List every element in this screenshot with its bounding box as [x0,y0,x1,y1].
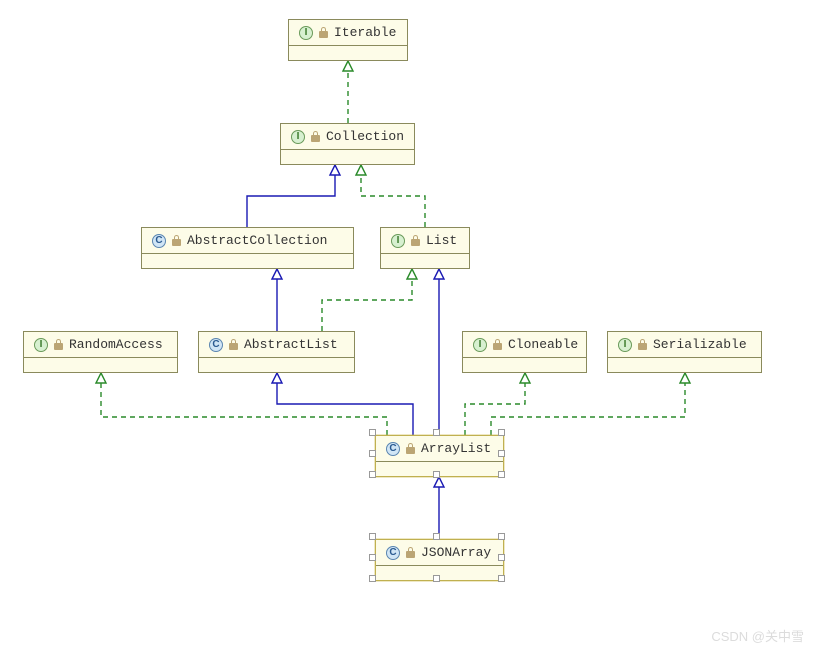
class-box-list[interactable]: I List [380,227,470,269]
class-body [381,254,469,268]
selection-handle[interactable] [498,429,505,436]
selection-handle[interactable] [433,533,440,540]
implements-arrow [361,165,425,227]
class-box-abstractcollection[interactable]: C AbstractCollection [141,227,354,269]
class-header: I RandomAccess [24,332,177,358]
extends-arrowhead-icon [434,269,444,279]
lock-icon [319,27,328,38]
class-header: I Serializable [608,332,761,358]
implements-arrowhead-icon [520,373,530,383]
lock-icon [406,547,415,558]
implements-arrowhead-icon [407,269,417,279]
selection-handle[interactable] [369,429,376,436]
lock-icon [638,339,647,350]
class-body [24,358,177,372]
selection-handle[interactable] [498,533,505,540]
class-box-cloneable[interactable]: I Cloneable [462,331,587,373]
interface-icon: I [618,338,632,352]
interface-icon: I [473,338,487,352]
selection-handle[interactable] [498,554,505,561]
lock-icon [493,339,502,350]
selection-handle[interactable] [369,554,376,561]
selection-handle[interactable] [498,450,505,457]
lock-icon [411,235,420,246]
selection-handle[interactable] [369,450,376,457]
selection-handle[interactable] [498,471,505,478]
class-header: C JSONArray [376,540,503,566]
extends-arrow [247,165,335,227]
class-body [281,150,414,164]
interface-icon: I [34,338,48,352]
class-header: C AbstractList [199,332,354,358]
implements-arrow [322,269,412,331]
interface-icon: I [391,234,405,248]
class-name: ArrayList [421,441,491,456]
class-icon: C [386,546,400,560]
lock-icon [54,339,63,350]
class-box-collection[interactable]: I Collection [280,123,415,165]
lock-icon [229,339,238,350]
selection-handle[interactable] [369,575,376,582]
class-name: Cloneable [508,337,578,352]
class-body [199,358,354,372]
selection-handle[interactable] [433,575,440,582]
class-name: Iterable [334,25,396,40]
implements-arrow [465,373,525,435]
lock-icon [172,235,181,246]
implements-arrow [101,373,387,435]
class-name: AbstractCollection [187,233,327,248]
class-name: List [426,233,457,248]
class-name: JSONArray [421,545,491,560]
selection-handle[interactable] [433,429,440,436]
class-header: I Cloneable [463,332,586,358]
class-header: I Iterable [289,20,407,46]
class-box-randomaccess[interactable]: I RandomAccess [23,331,178,373]
class-icon: C [386,442,400,456]
extends-arrowhead-icon [272,269,282,279]
selection-handle[interactable] [369,471,376,478]
interface-icon: I [291,130,305,144]
class-name: AbstractList [244,337,338,352]
selection-handle[interactable] [433,471,440,478]
implements-arrowhead-icon [343,61,353,71]
class-header: C AbstractCollection [142,228,353,254]
class-box-iterable[interactable]: I Iterable [288,19,408,61]
interface-icon: I [299,26,313,40]
class-name: Serializable [653,337,747,352]
extends-arrowhead-icon [272,373,282,383]
lock-icon [311,131,320,142]
class-box-abstractlist[interactable]: C AbstractList [198,331,355,373]
class-body [289,46,407,60]
implements-arrowhead-icon [96,373,106,383]
implements-arrowhead-icon [680,373,690,383]
class-header: I List [381,228,469,254]
class-box-serializable[interactable]: I Serializable [607,331,762,373]
extends-arrow [277,373,413,435]
implements-arrow [491,373,685,435]
class-body [463,358,586,372]
class-header: C ArrayList [376,436,503,462]
class-body [142,254,353,268]
lock-icon [406,443,415,454]
class-body [608,358,761,372]
class-header: I Collection [281,124,414,150]
implements-arrowhead-icon [356,165,366,175]
selection-handle[interactable] [369,533,376,540]
selection-handle[interactable] [498,575,505,582]
extends-arrowhead-icon [330,165,340,175]
class-icon: C [152,234,166,248]
extends-arrowhead-icon [434,477,444,487]
watermark: CSDN @关中雪 [711,626,804,645]
class-icon: C [209,338,223,352]
class-name: RandomAccess [69,337,163,352]
class-name: Collection [326,129,404,144]
